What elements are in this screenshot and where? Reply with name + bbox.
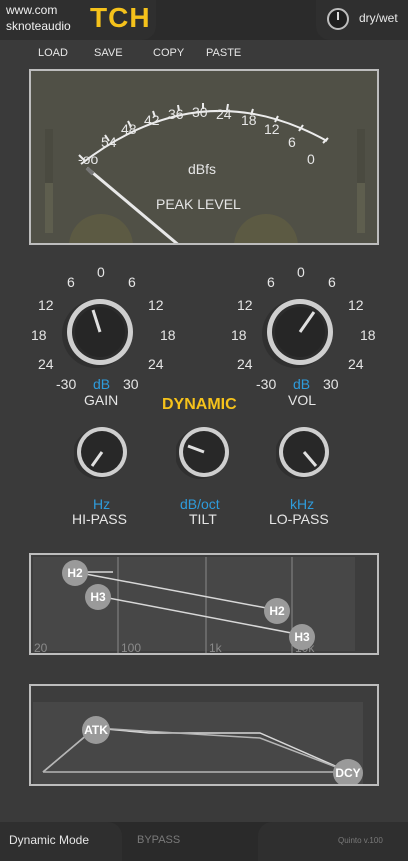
gain-scale-label: 12 (148, 297, 164, 313)
h3-end-handle[interactable]: H3 (289, 624, 315, 650)
vol-scale-label: 12 (348, 297, 364, 313)
version-panel (258, 822, 408, 861)
meter-scale-label: 54 (101, 134, 117, 150)
gain-scale-label: 18 (160, 327, 176, 343)
lo-pass-knob[interactable] (276, 424, 332, 480)
vol-scale-label: -30 (256, 376, 277, 392)
gain-scale-label: 24 (148, 356, 164, 372)
gain-scale-label: 6 (128, 274, 136, 290)
vol-label: VOL (288, 392, 317, 408)
vol-scale-label: 18 (231, 327, 247, 343)
hi-pass-label: HI-PASS (72, 511, 127, 527)
vol-scale-label: 18 (360, 327, 376, 343)
gain-knob[interactable] (62, 294, 138, 370)
gain-scale-label: 18 (31, 327, 47, 343)
save-button[interactable]: SAVE (94, 47, 123, 59)
gain-scale-label: 30 (123, 376, 139, 392)
vol-scale-label: 24 (237, 356, 253, 372)
meter-scale-label: 30 (192, 104, 208, 120)
vol-scale-label: 6 (328, 274, 336, 290)
vendor-url[interactable]: www.com (6, 3, 57, 17)
meter-scale-label: -oo (78, 151, 99, 167)
gain-scale-label: 12 (38, 297, 54, 313)
meter-scale-label: 6 (288, 134, 296, 150)
gain-scale-label: -30 (56, 376, 77, 392)
vol-scale-label: 0 (297, 264, 305, 280)
lo-pass-unit: kHz (290, 496, 315, 512)
dry-wet-label: dry/wet (359, 11, 398, 25)
dry-wet-knob[interactable] (327, 8, 349, 30)
bypass-button[interactable]: BYPASS (137, 834, 180, 846)
meter-title: PEAK LEVEL (156, 196, 241, 212)
lo-pass-label: LO-PASS (269, 511, 329, 527)
meter-unit: dBfs (188, 161, 217, 177)
freq-label: 1k (209, 641, 222, 655)
vol-scale-label: 24 (348, 356, 364, 372)
h3-start-handle[interactable]: H3 (85, 584, 111, 610)
vol-unit: dB (293, 376, 311, 392)
gain-unit: dB (93, 376, 111, 392)
vol-scale-label: 12 (237, 297, 253, 313)
dynamic-toggle[interactable]: DYNAMIC (162, 396, 237, 414)
copy-button[interactable]: COPY (153, 47, 184, 59)
gain-scale-label: 0 (97, 264, 105, 280)
hi-pass-unit: Hz (93, 496, 111, 512)
meter-scale-label: 0 (307, 151, 315, 167)
peak-level-meter: -oo 54 48 42 36 30 24 18 12 6 0 dBfs PEA… (29, 69, 379, 245)
vol-knob[interactable] (262, 294, 338, 370)
paste-button[interactable]: PASTE (206, 47, 241, 59)
attack-handle[interactable]: ATK (82, 716, 110, 744)
freq-label: 100 (121, 641, 142, 655)
meter-scale-label: 12 (264, 121, 280, 137)
meter-scale-label: 24 (216, 106, 232, 122)
hi-pass-knob[interactable] (74, 424, 130, 480)
meter-scale-label: 42 (144, 112, 160, 128)
gain-label: GAIN (84, 392, 119, 408)
version-label: Quinto v.100 (338, 836, 383, 845)
gain-scale-label: 6 (67, 274, 75, 290)
dynamic-mode-selector[interactable]: Dynamic Mode (9, 833, 89, 847)
h2-end-handle[interactable]: H2 (264, 598, 290, 624)
tilt-unit: dB/oct (180, 496, 220, 512)
harmonics-panel: 20 100 1k 10k H2 H3 H2 H3 (29, 553, 379, 655)
h2-start-handle[interactable]: H2 (62, 560, 88, 586)
meter-scale-label: 18 (241, 112, 257, 128)
tilt-label: TILT (189, 511, 217, 527)
envelope-panel: ATK DCY (29, 684, 379, 786)
vol-scale-label: 6 (267, 274, 275, 290)
meter-scale-label: 48 (121, 121, 137, 137)
vol-scale-label: 30 (323, 376, 339, 392)
load-button[interactable]: LOAD (38, 47, 68, 59)
decay-handle[interactable]: DCY (333, 759, 363, 784)
tilt-knob[interactable] (176, 424, 232, 480)
meter-scale-label: 36 (168, 106, 184, 122)
plugin-title: TCH (90, 2, 151, 33)
gain-scale-label: 24 (38, 356, 54, 372)
vendor-name[interactable]: sknoteaudio (6, 19, 71, 33)
freq-label: 20 (34, 641, 48, 655)
